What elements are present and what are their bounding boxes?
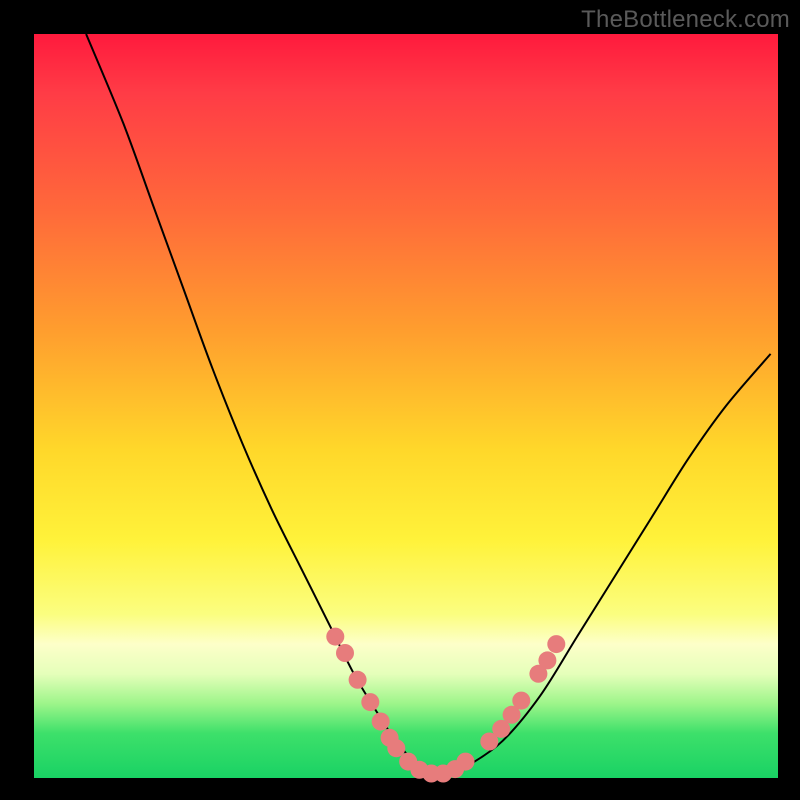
chart-frame: TheBottleneck.com [0,0,800,800]
data-marker [326,628,344,646]
chart-svg [34,34,778,778]
marker-group [326,628,565,783]
data-marker [547,635,565,653]
data-marker [387,739,405,757]
data-marker [538,651,556,669]
chart-plot-area [34,34,778,778]
data-marker [361,693,379,711]
data-marker [372,713,390,731]
data-marker [457,753,475,771]
data-marker [512,692,530,710]
watermark-text: TheBottleneck.com [581,6,790,34]
bottleneck-curve-path [86,34,771,774]
data-marker [349,671,367,689]
data-marker [336,644,354,662]
